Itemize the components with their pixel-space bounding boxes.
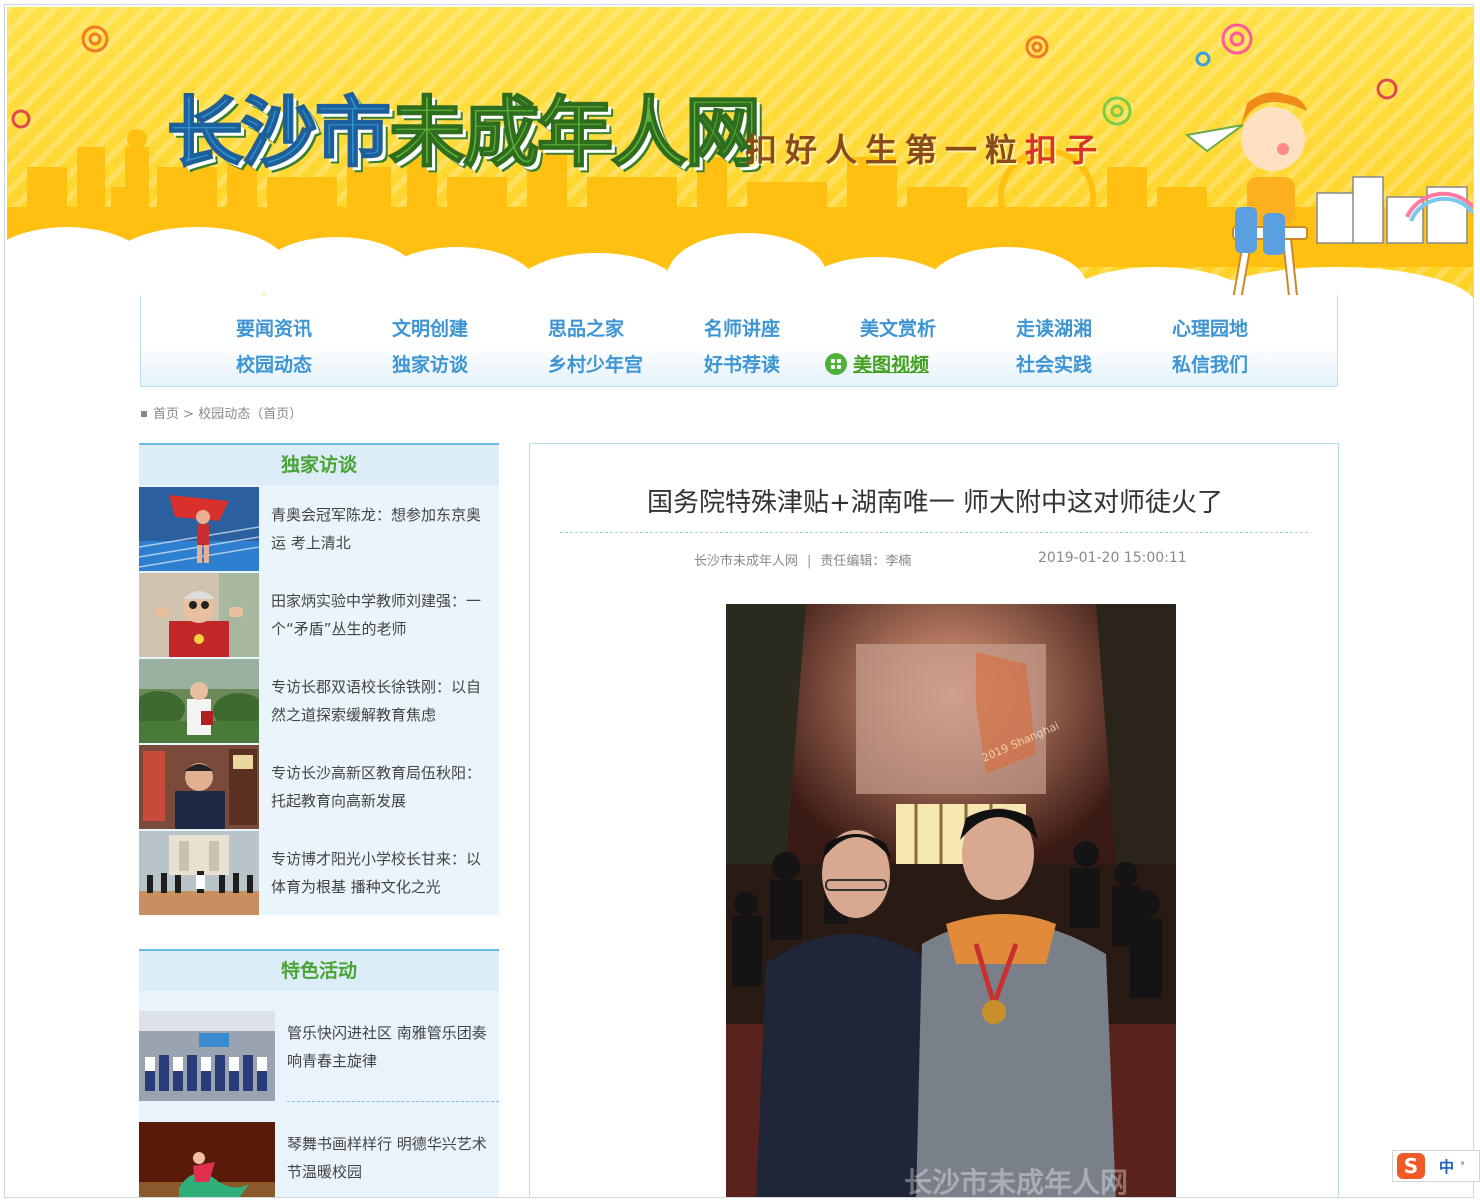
site-logo-title[interactable]: 长沙市未成年人网 [166,71,762,181]
nav-item-1-1[interactable]: 要闻资讯 [201,311,357,347]
activity-title-1[interactable]: 管乐快闪进社区 南雅管乐团奏响青春主旋律 [275,991,499,1101]
ime-mode-toggle[interactable]: 中 [1439,1156,1454,1177]
nav-item-2-2[interactable]: 独家访谈 [357,347,513,383]
article-panel: 国务院特殊津贴+湖南唯一 师大附中这对师徒火了 长沙市未成年人网 | 责任编辑：李楠… [529,443,1339,1198]
article-editor: 责任编辑：李楠 [820,554,912,569]
breadcrumb-current-link[interactable]: 校园动态（首页） [198,407,302,422]
activity-title-2[interactable]: 琴舞书画样样行 明德华兴艺术节温暖校园 [275,1102,499,1197]
interview-title-1[interactable]: 青奥会冠军陈龙：想参加东京奥运 考上清北 [259,487,499,571]
nav-item-1-5[interactable]: 美文赏析 [825,311,981,347]
interview-item-1[interactable]: 青奥会冠军陈龙：想参加东京奥运 考上清北 [139,487,499,571]
ime-logo-icon[interactable]: S [1397,1153,1425,1179]
nav-item-2-3[interactable]: 乡村少年宫 [513,347,669,383]
exclusive-interviews-heading: 独家访谈 [139,443,499,485]
nav-item-2-5[interactable]: 美图视频 [825,347,981,383]
article-date: 2019-01-20 15:00:11 [1038,550,1187,566]
interview-item-3[interactable]: 专访长郡双语校长徐铁刚：以自然之道探索缓解教育焦虑 [139,659,499,743]
nav-item-label: 美图视频 [853,354,930,376]
article-title-divider [560,532,1308,533]
article-photo: 长沙市未成年人网 2019 Shanghai [726,604,1176,1198]
activity-item-2[interactable]: 琴舞书画样样行 明德华兴艺术节温暖校园 [139,1102,499,1197]
ime-punctuation-toggle[interactable]: ° [1460,1161,1465,1172]
interview-title-4[interactable]: 专访长沙高新区教育局伍秋阳：托起教育向高新发展 [259,745,499,829]
nav-grid: 要闻资讯 文明创建 思品之家 名师讲座 美文赏析 走读湖湘 心理园地校园动态 独家访谈 乡村少年… [201,311,1293,383]
interview-item-4[interactable]: 专访长沙高新区教育局伍秋阳：托起教育向高新发展 [139,745,499,829]
interview-title-3[interactable]: 专访长郡双语校长徐铁刚：以自然之道探索缓解教育焦虑 [259,659,499,743]
nav-item-2-6[interactable]: 社会实践 [981,347,1137,383]
interview-title-2[interactable]: 田家炳实验中学教师刘建强：一个“矛盾”丛生的老师 [259,573,499,657]
interview-thumbnail-2[interactable] [139,573,259,657]
activity-item-1[interactable]: 管乐快闪进社区 南雅管乐团奏响青春主旋律 [139,991,499,1101]
article-source: 长沙市未成年人网 [694,554,799,569]
nav-item-1-6[interactable]: 走读湖湘 [981,311,1137,347]
nav-item-2-4[interactable]: 好书荐读 [669,347,825,383]
interview-thumbnail-1[interactable] [139,487,259,571]
article-meta: 长沙市未成年人网 | 责任编辑：李楠 [694,550,911,569]
meta-divider: | [807,554,812,569]
main-navigation: 要闻资讯 文明创建 思品之家 名师讲座 美文赏析 走读湖湘 心理园地校园动态 独家访谈 乡村少年… [140,295,1338,387]
featured-activities-heading: 特色活动 [139,949,499,991]
article-title: 国务院特殊津贴+湖南唯一 师大附中这对师徒火了 [646,488,1224,518]
nav-item-2-1[interactable]: 校园动态 [201,347,357,383]
photo-watermark: 长沙市未成年人网 [904,1166,1128,1198]
nav-item-2-7[interactable]: 私信我们 [1137,347,1293,383]
interview-item-5[interactable]: 专访博才阳光小学校长甘来：以体育为根基 播种文化之光 [139,831,499,915]
nav-item-1-7[interactable]: 心理园地 [1137,311,1293,347]
interview-thumbnail-4[interactable] [139,745,259,829]
page-frame: 长沙市未成年人网 扣好人生第一粒扣子 要闻资讯 文明创建 思品之家 名师讲座 美文赏析走… [4,4,1474,1198]
breadcrumb-separator: > [183,407,195,422]
breadcrumb-marker-icon [141,411,147,417]
nav-item-1-2[interactable]: 文明创建 [357,311,513,347]
interview-title-5[interactable]: 专访博才阳光小学校长甘来：以体育为根基 播种文化之光 [259,831,499,915]
nav-item-1-4[interactable]: 名师讲座 [669,311,825,347]
article-photo-image: 长沙市未成年人网 2019 Shanghai [726,604,1176,1198]
activity-thumbnail-1[interactable] [139,1011,275,1101]
site-slogan: 扣好人生第一粒扣子 [745,131,1106,169]
nav-item-1-3[interactable]: 思品之家 [513,311,669,347]
activity-thumbnail-2[interactable] [139,1122,275,1197]
featured-activities-panel: 特色活动 管乐快闪进社区 南雅管乐团奏响青春主旋律 琴舞书画样样行 明德华兴艺术… [139,949,499,1197]
breadcrumb-home-link[interactable]: 首页 [153,407,179,422]
video-play-icon [825,353,847,375]
breadcrumb: 首页 > 校园动态（首页） [141,403,302,422]
exclusive-interviews-panel: 独家访谈 青奥会冠军陈龙：想参加东京奥运 考上清北 田家炳实验中学教师刘建强：一… [139,443,499,915]
interview-thumbnail-5[interactable] [139,831,259,915]
interview-thumbnail-3[interactable] [139,659,259,743]
ime-toolbar[interactable]: S 中 ° [1392,1150,1480,1182]
interview-item-2[interactable]: 田家炳实验中学教师刘建强：一个“矛盾”丛生的老师 [139,573,499,657]
